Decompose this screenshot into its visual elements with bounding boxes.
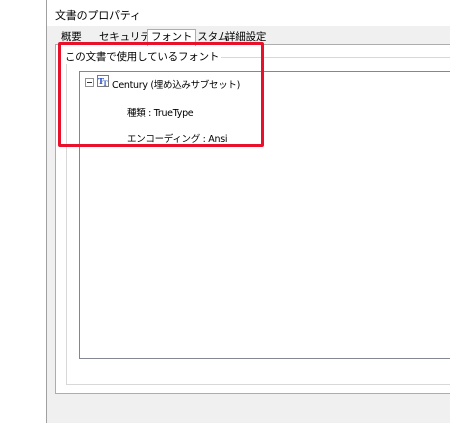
truetype-font-icon: T T [97, 75, 109, 87]
fonts-used-group: この文書で使用しているフォント T T Century (埋め込みサブセット) … [63, 49, 450, 385]
collapse-toggle-icon[interactable] [85, 78, 94, 87]
svg-text:T: T [103, 79, 109, 87]
tab-advanced[interactable]: 詳細設定 [225, 31, 266, 44]
font-list[interactable]: T T Century (埋め込みサブセット) 種類 : TrueType エン… [79, 71, 450, 359]
fonts-tab-panel: この文書で使用しているフォント T T Century (埋め込みサブセット) … [55, 44, 450, 394]
dialog-title: 文書のプロパティ [55, 9, 141, 22]
tab-strip: 概要 セキュリティ フォント カスタム 詳細設定 [57, 29, 450, 46]
tab-overview[interactable]: 概要 [61, 31, 82, 44]
title-bar: 文書のプロパティ [47, 0, 450, 26]
fonts-used-label: この文書で使用しているフォント [63, 49, 222, 64]
document-properties-dialog: 文書のプロパティ 概要 セキュリティ フォント カスタム 詳細設定 この文書で使… [46, 0, 450, 423]
screenshot: 文書のプロパティ 概要 セキュリティ フォント カスタム 詳細設定 この文書で使… [0, 0, 450, 423]
tab-fonts[interactable]: フォント [147, 29, 197, 46]
font-type: 種類 : TrueType [127, 108, 194, 119]
font-entry-name[interactable]: Century (埋め込みサブセット) [112, 77, 240, 91]
font-encoding: エンコーディング : Ansi [127, 134, 228, 145]
